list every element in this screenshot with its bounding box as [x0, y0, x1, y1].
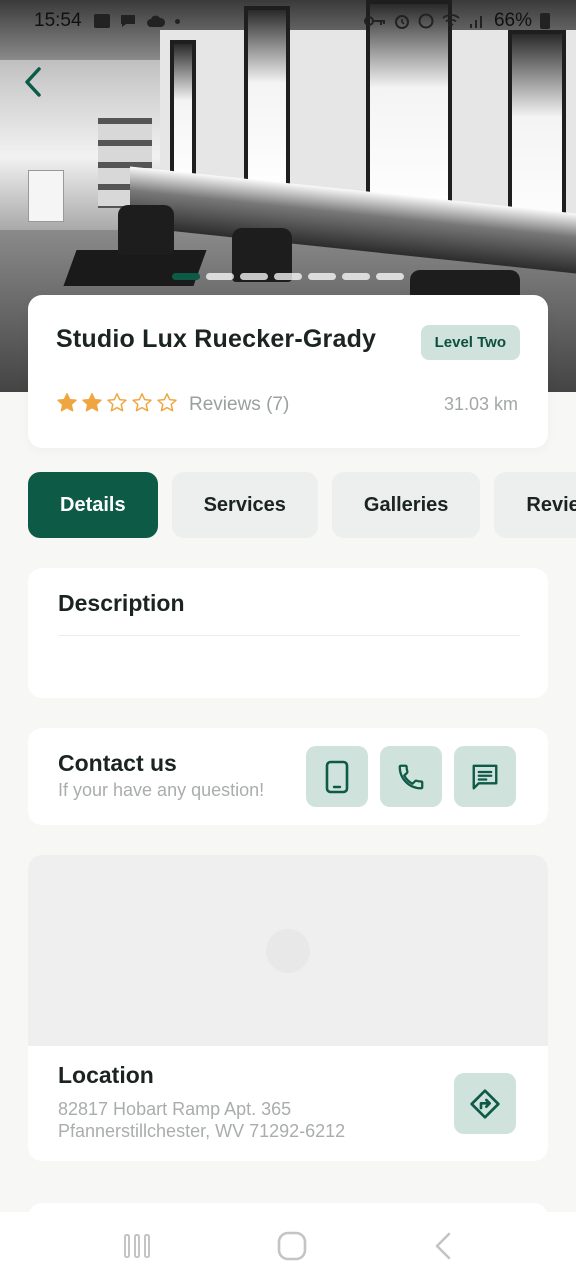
star-filled-icon	[57, 393, 77, 412]
contact-title: Contact us	[58, 750, 177, 776]
alarm-icon	[394, 15, 409, 29]
mobile-phone-icon	[325, 760, 349, 793]
carousel-dot[interactable]	[308, 273, 336, 280]
tab-details[interactable]: Details	[28, 472, 158, 538]
status-time: 15:54	[34, 10, 82, 31]
key-icon	[363, 16, 385, 26]
location-address: 82817 Hobart Ramp Apt. 365 Pfannerstillc…	[58, 1098, 438, 1142]
mobile-button[interactable]	[306, 746, 368, 807]
carousel-dot[interactable]	[240, 273, 268, 280]
carousel-dot[interactable]	[206, 273, 234, 280]
hero-mat	[63, 250, 207, 286]
star-filled-icon	[82, 393, 102, 412]
tab-services[interactable]: Services	[171, 472, 318, 538]
carousel-dot[interactable]	[274, 273, 302, 280]
directions-button[interactable]	[454, 1073, 516, 1134]
battery-percent: 66%	[493, 10, 532, 31]
level-badge: Level Two	[420, 325, 520, 360]
description-card: Description	[28, 568, 548, 698]
salon-info-card: Studio Lux Ruecker-Grady Level Two Revie…	[28, 295, 548, 448]
cloud-icon	[146, 15, 165, 27]
map-placeholder[interactable]	[28, 855, 548, 1046]
reviews-link[interactable]: Reviews (7)	[189, 394, 289, 416]
hero-chair	[118, 205, 174, 255]
dot-icon	[174, 18, 180, 24]
tab-bar: Details Services Galleries Reviews	[28, 472, 576, 538]
star-empty-icon	[157, 393, 177, 412]
recent-apps-icon[interactable]	[123, 1233, 151, 1259]
hero-desk	[28, 170, 64, 222]
divider	[58, 635, 520, 636]
map-pin-icon	[266, 928, 310, 973]
rating-stars	[56, 392, 178, 414]
address-line-1: 82817 Hobart Ramp Apt. 365	[58, 1099, 292, 1119]
system-nav-bar	[0, 1212, 576, 1280]
distance-label: 31.03 km	[443, 394, 518, 414]
status-left-icons	[93, 13, 180, 29]
carousel-dot[interactable]	[376, 273, 404, 280]
hero-window	[170, 40, 196, 190]
tab-reviews[interactable]: Reviews	[494, 472, 576, 538]
clock-icon	[418, 13, 434, 29]
location-title: Location	[58, 1062, 154, 1088]
wifi-icon	[442, 14, 460, 26]
contact-subtitle: If your have any question!	[58, 780, 265, 800]
call-button[interactable]	[380, 746, 442, 807]
salon-name: Studio Lux Ruecker-Grady	[56, 325, 377, 353]
carousel-dot[interactable]	[342, 273, 370, 280]
address-line-2: Pfannerstillchester, WV 71292-6212	[58, 1121, 346, 1141]
tab-galleries[interactable]: Galleries	[331, 472, 481, 538]
description-title: Description	[58, 590, 185, 616]
image-icon	[93, 14, 110, 28]
carousel-indicator	[172, 273, 404, 280]
chat-bubble-icon	[120, 15, 135, 27]
message-icon	[472, 764, 498, 789]
signal-icon	[469, 16, 482, 28]
home-icon[interactable]	[277, 1231, 307, 1261]
directions-icon	[470, 1088, 500, 1119]
star-empty-icon	[132, 393, 152, 412]
back-button[interactable]	[14, 62, 52, 102]
message-button[interactable]	[454, 746, 516, 807]
status-bar: 15:54 66%	[0, 0, 576, 42]
battery-icon	[540, 13, 550, 29]
star-empty-icon	[107, 393, 127, 412]
location-card: Location 82817 Hobart Ramp Apt. 365 Pfan…	[28, 855, 548, 1161]
chevron-left-icon	[25, 67, 41, 97]
carousel-dot[interactable]	[172, 273, 200, 280]
phone-icon	[398, 764, 424, 789]
status-right-icons: 66%	[363, 10, 550, 32]
contact-card: Contact us If your have any question!	[28, 728, 548, 825]
back-nav-icon[interactable]	[433, 1232, 453, 1260]
